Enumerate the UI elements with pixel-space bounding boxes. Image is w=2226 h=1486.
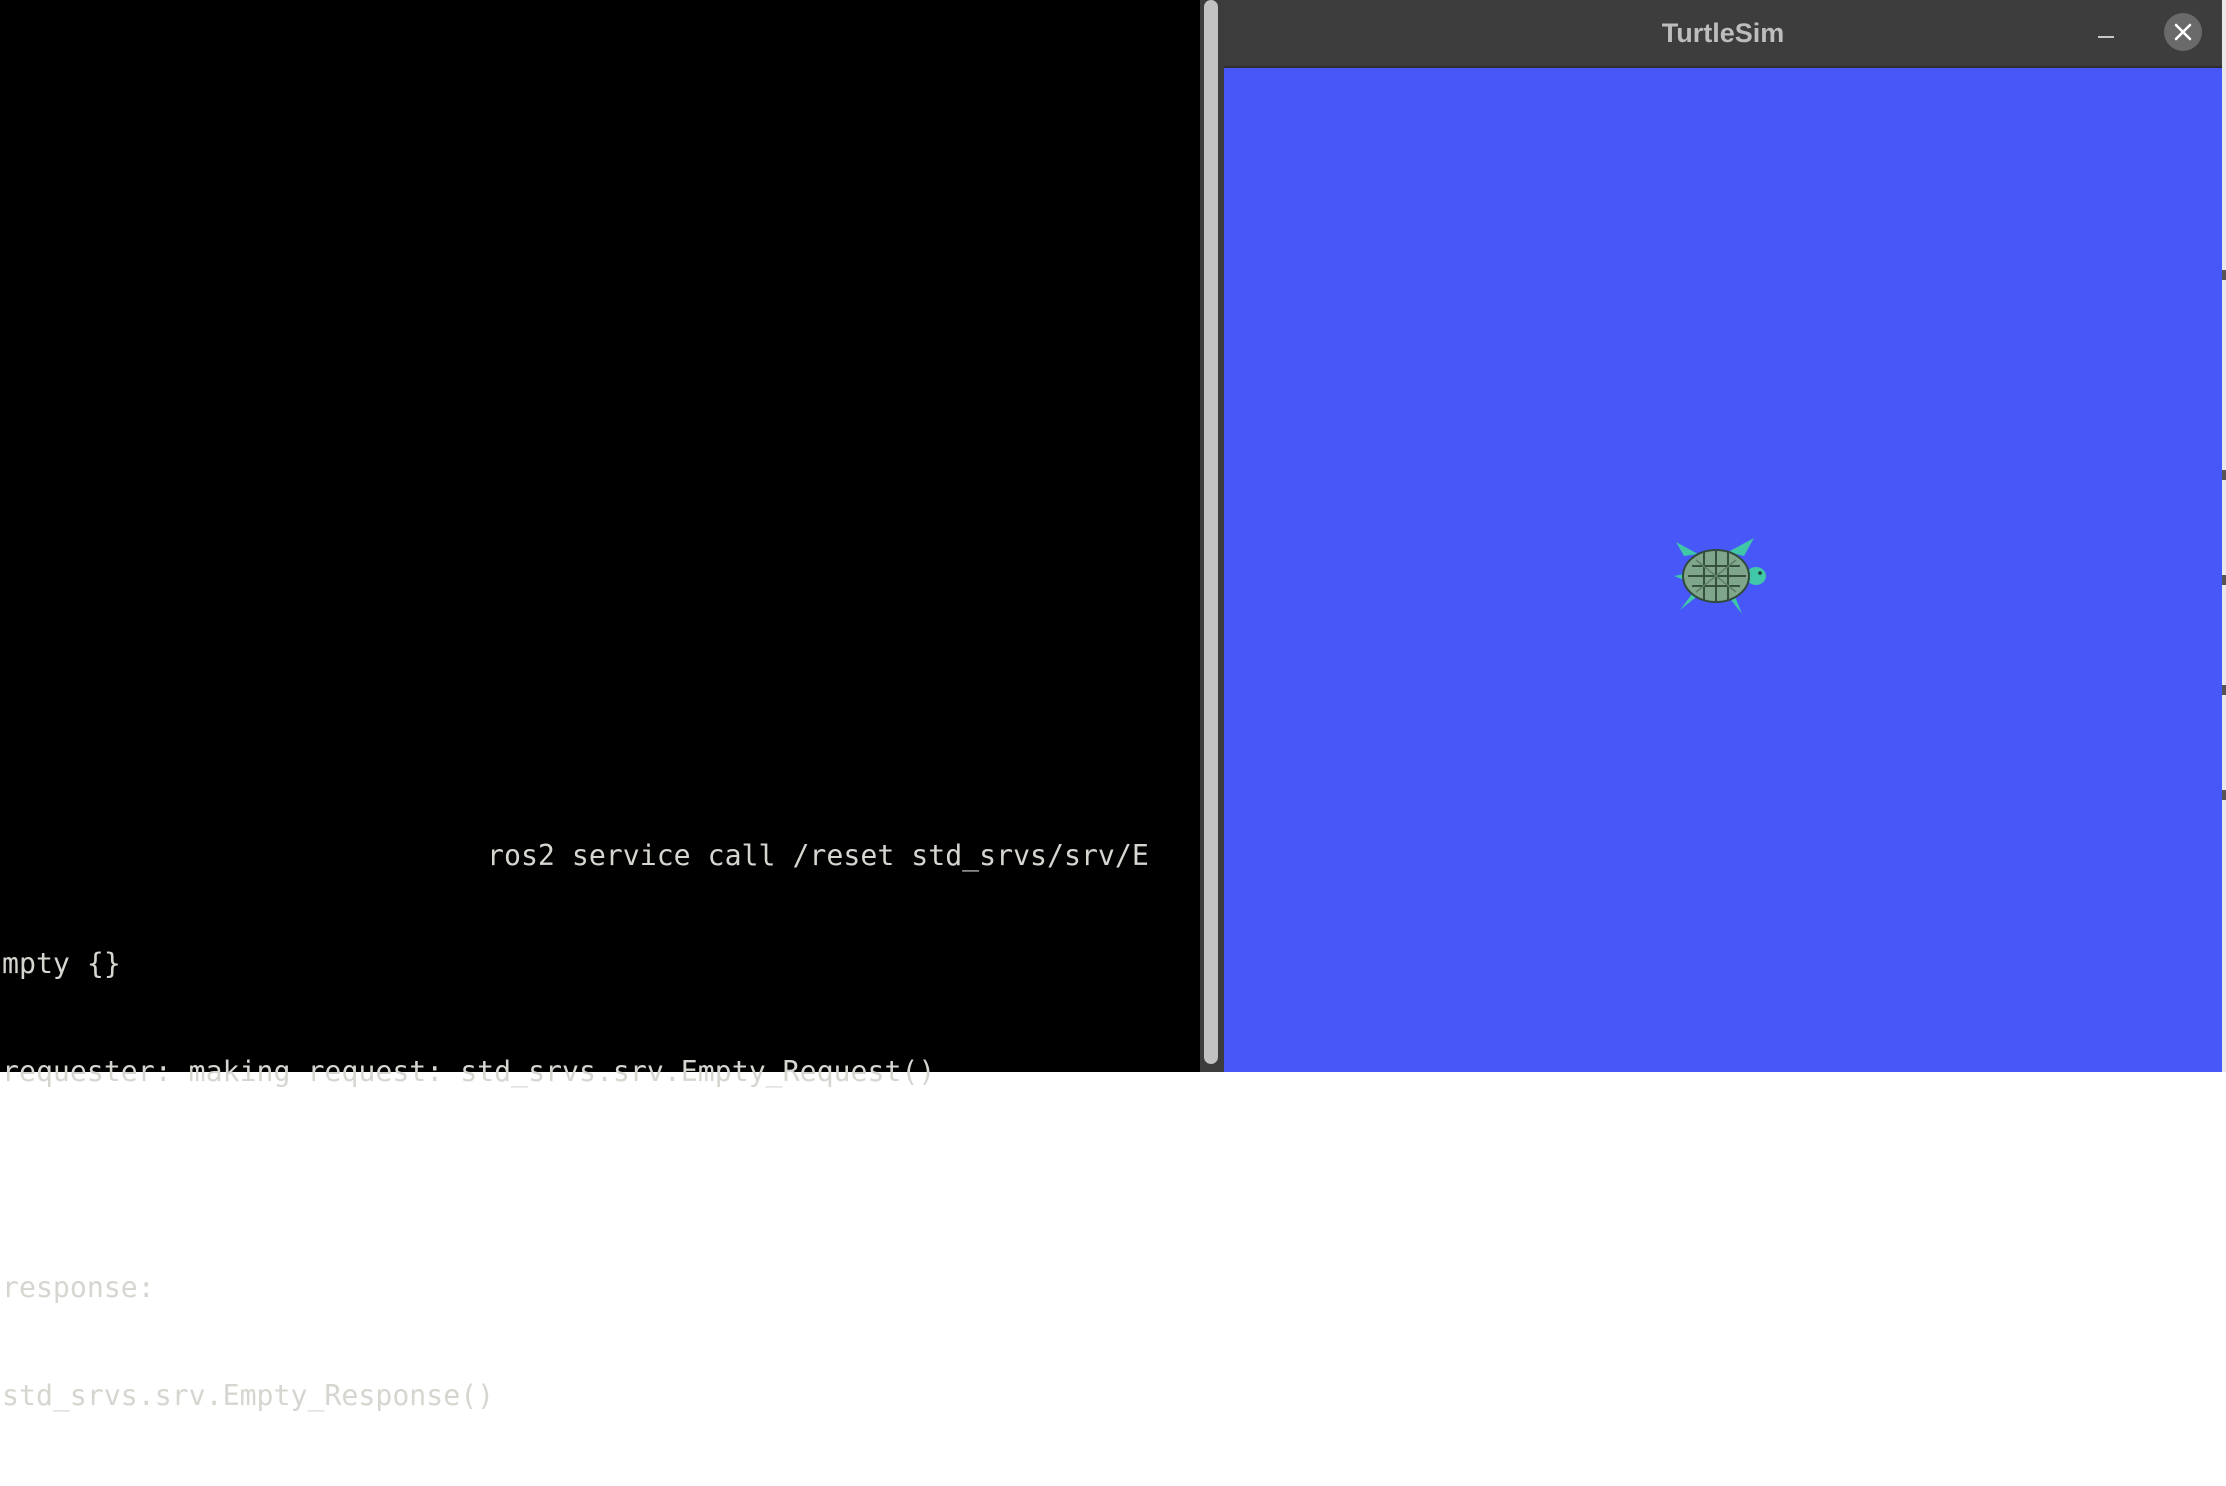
background-window-edge-mark (2222, 575, 2226, 585)
close-button[interactable] (2164, 13, 2202, 51)
terminal-request-line: requester: making request: std_srvs.srv.… (2, 1055, 936, 1088)
background-window-edge-mark (2222, 790, 2226, 800)
terminal-command-continuation: mpty {} (2, 947, 121, 980)
turtle-icon (1674, 538, 1766, 614)
background-window-edge-mark (2222, 270, 2226, 280)
turtlesim-window[interactable]: TurtleSim (1224, 0, 2222, 1072)
turtlesim-titlebar[interactable]: TurtleSim (1224, 0, 2222, 68)
background-window-edge-mark (2222, 685, 2226, 695)
terminal-window[interactable]: ros2 service call /reset std_srvs/srv/E … (0, 0, 1200, 1412)
window-title: TurtleSim (1661, 18, 1785, 48)
minimize-button[interactable] (2092, 19, 2122, 49)
terminal-response-label: response: (2, 1271, 155, 1304)
close-icon (2174, 23, 2192, 41)
terminal-response-value: std_srvs.srv.Empty_Response() (2, 1379, 495, 1412)
turtlesim-canvas (1224, 68, 2222, 1072)
terminal-command-line: ros2 service call /reset std_srvs/srv/E (487, 839, 1149, 872)
background-window-edge (2222, 0, 2226, 1072)
terminal-scrollbar-thumb[interactable] (1204, 0, 1218, 1064)
background-window-edge-mark (2222, 470, 2226, 480)
terminal-output: ros2 service call /reset std_srvs/srv/E … (2, 766, 1192, 1486)
